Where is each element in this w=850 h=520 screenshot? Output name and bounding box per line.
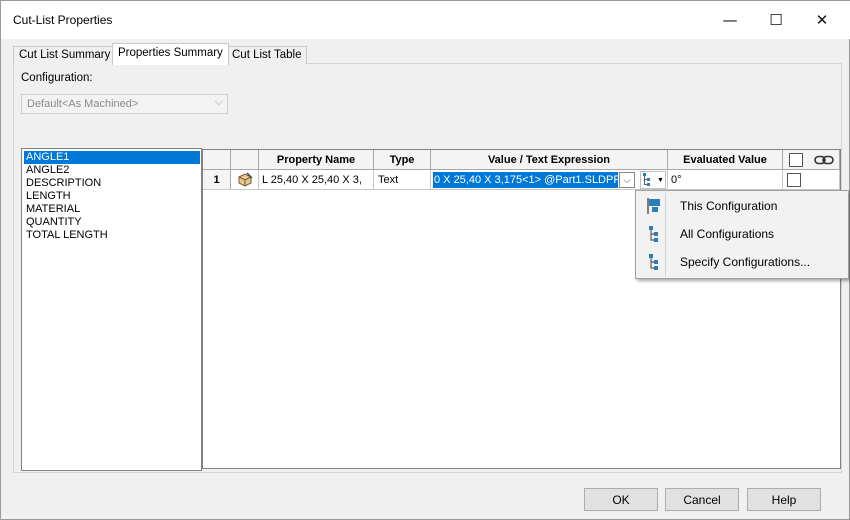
tab-properties-summary[interactable]: Properties Summary (112, 43, 229, 65)
grid-corner (203, 150, 231, 170)
type-cell[interactable]: Text (374, 170, 431, 190)
property-name-cell[interactable]: L 25,40 X 25,40 X 3, (259, 170, 374, 190)
list-item-length[interactable]: LENGTH (24, 190, 200, 203)
chevron-down-icon: ⌵ (623, 174, 631, 185)
list-item-quantity[interactable]: QUANTITY (24, 216, 200, 229)
row-options-cell (783, 170, 840, 190)
grid-icon-header (231, 150, 259, 170)
list-item-total-length[interactable]: TOTAL LENGTH (24, 229, 200, 242)
title-bar: Cut-List Properties — ☐ ✕ (1, 1, 850, 39)
column-header-type[interactable]: Type (374, 150, 431, 170)
window-title: Cut-List Properties (13, 13, 113, 27)
help-button[interactable]: Help (747, 488, 821, 511)
list-item-description[interactable]: DESCRIPTION (24, 177, 200, 190)
maximize-button[interactable]: ☐ (753, 1, 799, 39)
configurations-icon (643, 173, 650, 186)
row-checkbox[interactable] (787, 172, 801, 187)
column-header-evaluated-value[interactable]: Evaluated Value (668, 150, 783, 170)
list-item-angle1[interactable]: ANGLE1 (24, 151, 200, 164)
tab-cut-list-summary[interactable]: Cut List Summary (13, 46, 117, 64)
caret-down-icon: ▼ (657, 176, 664, 184)
minimize-button[interactable]: — (707, 1, 753, 39)
property-list[interactable]: ANGLE1 ANGLE2 DESCRIPTION LENGTH MATERIA… (21, 148, 202, 471)
this-configuration-icon (647, 198, 660, 214)
chevron-down-icon: ⌵ (214, 96, 223, 108)
configuration-select[interactable]: Default<As Machined> ⌵ (21, 94, 228, 114)
close-button[interactable]: ✕ (799, 1, 845, 39)
ok-button[interactable]: OK (584, 488, 658, 511)
column-header-property-name[interactable]: Property Name (259, 150, 374, 170)
maximize-icon: ☐ (769, 11, 783, 29)
menu-item-specify-configurations[interactable]: Specify Configurations... (638, 249, 846, 275)
dialog-window: Cut-List Properties — ☐ ✕ Cut List Summa… (0, 0, 850, 520)
value-dropdown-button[interactable]: ⌵ (619, 172, 635, 188)
column-header-value-expression[interactable]: Value / Text Expression (431, 150, 668, 170)
configuration-label: Configuration: (21, 72, 93, 84)
menu-label: Specify Configurations... (680, 255, 811, 269)
link-icon[interactable] (813, 154, 834, 166)
tab-cut-list-table[interactable]: Cut List Table (226, 46, 308, 64)
list-item-angle2[interactable]: ANGLE2 (24, 164, 200, 177)
select-all-checkbox[interactable] (788, 152, 803, 167)
minimize-icon: — (722, 11, 738, 29)
list-item-material[interactable]: MATERIAL (24, 203, 200, 216)
configuration-menu: This Configuration All Configurations Sp… (635, 190, 849, 279)
value-expression-input[interactable]: 0 X 25,40 X 3,175<1> @Part1.SLDPRT' (433, 172, 618, 188)
configuration-scope-button[interactable]: ▼ (640, 171, 666, 189)
row-number: 1 (203, 170, 231, 190)
configuration-value: Default<As Machined> (27, 98, 139, 110)
cancel-button[interactable]: Cancel (665, 488, 739, 511)
weldment-icon (231, 170, 259, 190)
all-configurations-icon (649, 226, 658, 242)
menu-label: This Configuration (680, 199, 778, 213)
column-header-options (783, 150, 840, 170)
menu-item-all-configurations[interactable]: All Configurations (638, 221, 846, 247)
menu-item-this-configuration[interactable]: This Configuration (638, 193, 846, 219)
evaluated-value-cell: 0° (668, 170, 783, 190)
specify-configurations-icon (649, 254, 658, 270)
close-icon: ✕ (815, 11, 829, 29)
menu-label: All Configurations (680, 227, 775, 241)
